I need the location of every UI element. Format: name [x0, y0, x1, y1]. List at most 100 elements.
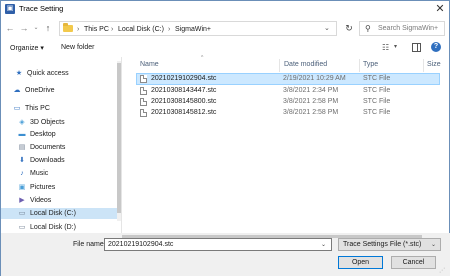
- search-placeholder: Search SigmaWin+: [378, 25, 439, 32]
- file-row[interactable]: 20210219102904.stc 2/19/2021 10:29 AM ST…: [136, 73, 440, 85]
- nav-item-label: Documents: [30, 144, 66, 151]
- drive-icon: ▭: [18, 224, 26, 231]
- nav-item-desktop[interactable]: ▬ Desktop: [1, 129, 117, 140]
- breadcrumb-local-disk-c[interactable]: Local Disk (C:): [118, 25, 164, 34]
- desktop-icon: ▬: [18, 131, 26, 138]
- cloud-icon: ☁: [13, 87, 21, 94]
- close-button[interactable]: ✕: [433, 2, 447, 16]
- nav-item-videos[interactable]: ▶ Videos: [1, 195, 117, 206]
- file-icon: [140, 98, 147, 106]
- documents-icon: ▤: [18, 144, 26, 151]
- nav-item-pictures[interactable]: ▣ Pictures: [1, 182, 117, 193]
- nav-item-documents[interactable]: ▤ Documents: [1, 142, 117, 153]
- column-header-name[interactable]: Name: [140, 61, 159, 68]
- nav-item-music[interactable]: ♪ Music: [1, 168, 117, 179]
- forward-arrow-icon[interactable]: →: [19, 22, 29, 34]
- file-type: STC File: [363, 98, 391, 105]
- file-date: 3/8/2021 2:34 PM: [283, 87, 339, 94]
- nav-item-label: Pictures: [30, 184, 56, 191]
- nav-item-label: Quick access: [27, 70, 69, 77]
- cancel-button[interactable]: Cancel: [391, 256, 436, 269]
- resize-grip-icon[interactable]: ⋰: [439, 267, 445, 274]
- file-type-select[interactable]: Trace Settings File (*.stc) ⌄: [338, 238, 441, 251]
- file-name: 20210308145812.stc: [151, 109, 217, 116]
- nav-item-label: Music: [30, 170, 49, 177]
- refresh-icon[interactable]: ↻: [343, 22, 355, 34]
- folder-icon: [63, 23, 73, 32]
- star-icon: ★: [15, 70, 23, 77]
- videos-icon: ▶: [19, 197, 25, 204]
- breadcrumb-this-pc[interactable]: This PC: [84, 25, 109, 34]
- download-icon: ⬇: [19, 157, 25, 164]
- up-arrow-icon[interactable]: ↑: [43, 22, 53, 34]
- column-header-date[interactable]: Date modified: [284, 61, 327, 68]
- nav-item-label: Desktop: [30, 131, 56, 138]
- trace-setting-dialog: ▣ Trace Setting ✕ ← → ⌄ ↑ › This PC › Lo…: [0, 0, 450, 276]
- column-divider[interactable]: [359, 59, 360, 72]
- breadcrumb-sigmawin[interactable]: SigmaWin+: [175, 25, 211, 34]
- nav-item-label: Downloads: [30, 157, 65, 164]
- search-box[interactable]: ⚲ Search SigmaWin+: [359, 21, 445, 36]
- music-icon: ♪: [20, 170, 24, 177]
- nav-item-label: This PC: [25, 105, 50, 112]
- chevron-down-icon[interactable]: ⌄: [321, 241, 326, 248]
- column-divider[interactable]: [423, 59, 424, 72]
- nav-item-local-disk-c[interactable]: ▭ Local Disk (C:): [1, 208, 117, 219]
- window-title: Trace Setting: [19, 4, 64, 13]
- file-name-label: File name:: [73, 241, 106, 248]
- nav-item-3d-objects[interactable]: ◈ 3D Objects: [1, 117, 117, 128]
- cube-icon: ◈: [19, 119, 25, 126]
- nav-item-onedrive[interactable]: ☁ OneDrive: [1, 85, 117, 96]
- breadcrumb-separator: ›: [111, 26, 114, 33]
- column-header-size[interactable]: Size: [427, 61, 441, 68]
- file-date: 2/19/2021 10:29 AM: [283, 75, 346, 82]
- preview-pane-icon[interactable]: [412, 43, 421, 52]
- open-button[interactable]: Open: [338, 256, 383, 269]
- chevron-down-icon[interactable]: ⌄: [324, 24, 330, 32]
- computer-icon: ▭: [13, 105, 21, 112]
- nav-item-label: 3D Objects: [30, 119, 65, 126]
- nav-item-label: Local Disk (C:): [30, 210, 76, 217]
- pictures-icon: ▣: [18, 184, 26, 191]
- file-type: STC File: [363, 109, 391, 116]
- nav-item-quick-access[interactable]: ★ Quick access: [1, 68, 117, 79]
- chevron-down-icon[interactable]: ▾: [394, 43, 397, 50]
- file-type: STC File: [363, 75, 391, 82]
- help-icon[interactable]: ?: [431, 42, 441, 52]
- sort-caret-icon: ^: [201, 55, 204, 61]
- file-name-input[interactable]: 20210219102904.stc ⌄: [104, 238, 332, 251]
- file-date: 3/8/2021 2:58 PM: [283, 109, 339, 116]
- column-header-type[interactable]: Type: [363, 61, 378, 68]
- view-options-icon[interactable]: ☷: [382, 43, 389, 52]
- breadcrumb-separator: ›: [77, 26, 80, 33]
- file-type-value: Trace Settings File (*.stc): [343, 241, 422, 248]
- file-icon: [140, 75, 147, 83]
- file-name: 20210308143447.stc: [151, 87, 217, 94]
- search-icon: ⚲: [365, 24, 371, 33]
- nav-item-label: Local Disk (D:): [30, 224, 76, 231]
- recent-chevron-icon[interactable]: ⌄: [31, 22, 41, 34]
- breadcrumb-separator: ›: [168, 26, 171, 33]
- nav-item-this-pc[interactable]: ▭ This PC: [1, 103, 117, 114]
- organize-button[interactable]: Organize ▾: [10, 44, 44, 52]
- navigation-pane: ★ Quick access ☁ OneDrive ▭ This PC ◈ 3D…: [1, 57, 121, 233]
- file-row[interactable]: 20210308145812.stc 3/8/2021 2:58 PM STC …: [137, 108, 439, 118]
- new-folder-button[interactable]: New folder: [61, 44, 94, 51]
- app-icon: ▣: [5, 4, 15, 14]
- file-name: 20210308145800.stc: [151, 98, 217, 105]
- back-arrow-icon[interactable]: ←: [5, 22, 15, 34]
- file-row[interactable]: 20210308143447.stc 3/8/2021 2:34 PM STC …: [137, 86, 439, 96]
- nav-item-label: Videos: [30, 197, 52, 204]
- chevron-down-icon: ⌄: [431, 242, 437, 248]
- title-bar[interactable]: ▣ Trace Setting ✕: [1, 1, 449, 17]
- file-name-value: 20210219102904.stc: [108, 241, 174, 248]
- file-name: 20210219102904.stc: [151, 75, 217, 82]
- address-bar[interactable]: › This PC › Local Disk (C:) › SigmaWin+ …: [59, 21, 337, 36]
- file-icon: [140, 109, 147, 117]
- nav-item-local-disk-d[interactable]: ▭ Local Disk (D:): [1, 222, 117, 233]
- file-row[interactable]: 20210308145800.stc 3/8/2021 2:58 PM STC …: [137, 97, 439, 107]
- column-divider[interactable]: [279, 59, 280, 72]
- pane-divider[interactable]: [121, 57, 122, 235]
- file-icon: [140, 87, 147, 95]
- nav-item-downloads[interactable]: ⬇ Downloads: [1, 155, 117, 166]
